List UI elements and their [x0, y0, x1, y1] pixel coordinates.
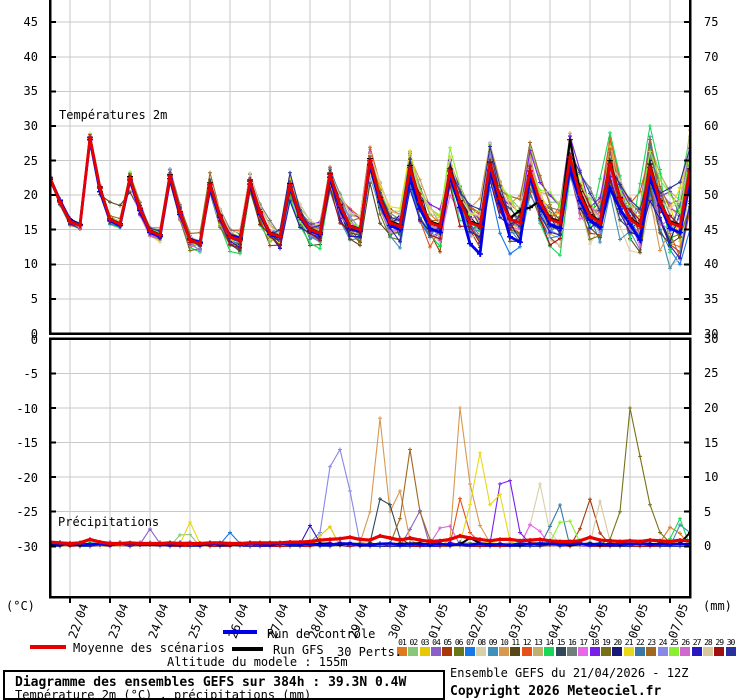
pert-number: 14 [545, 638, 554, 647]
precip-member-21-line [50, 450, 690, 549]
precip-member-23-line [50, 447, 690, 549]
pert-color-square [680, 647, 691, 656]
pert-color-square [566, 647, 577, 656]
pert-color-square [464, 647, 475, 656]
pert-number: 13 [534, 638, 543, 647]
pert-color-square [702, 647, 713, 656]
pert-number: 04 [432, 638, 441, 647]
pert-number: 22 [636, 638, 645, 647]
pert-number: 10 [500, 638, 509, 647]
pert-number: 25 [670, 638, 679, 647]
pert-number: 20 [613, 638, 622, 647]
pert-color-square [668, 647, 679, 656]
pert-color-square [430, 647, 441, 656]
pert-number: 27 [692, 638, 702, 647]
pert-number: 24 [658, 638, 668, 647]
pert-color-square [589, 647, 600, 656]
legend-mean-label: Moyenne des scénarios [73, 641, 225, 655]
pert-number: 07 [466, 638, 475, 647]
pert-number: 03 [420, 638, 430, 647]
pert-color-square [612, 647, 623, 656]
pert-color-square [634, 647, 645, 656]
pert-color-square [555, 647, 566, 656]
pert-color-square [476, 647, 487, 656]
legend-control-swatch [223, 630, 257, 634]
pert-number: 06 [454, 638, 464, 647]
pert-number: 26 [681, 638, 690, 647]
pert-number: 28 [704, 638, 713, 647]
pert-number: 15 [556, 638, 566, 647]
pert-number: 23 [647, 638, 656, 647]
legend-control-label: Run de contrôle [267, 627, 376, 641]
pert-number: 08 [477, 638, 486, 647]
pert-color-square [578, 647, 589, 656]
pert-color-square [442, 647, 453, 656]
footer-title-box: Diagramme des ensembles GEFS sur 384h : … [3, 670, 445, 700]
pert-number: 17 [579, 638, 588, 647]
right-axis-unit-label: (mm) [703, 599, 732, 613]
pert-number: 11 [511, 638, 520, 647]
pert-color-square [646, 647, 657, 656]
run-info: Ensemble GEFS du 21/04/2026 - 12Z [450, 666, 689, 680]
pert-color-square [600, 647, 611, 656]
pert-color-square [714, 647, 725, 656]
pert-number: 19 [602, 638, 611, 647]
pert-number: 30 [726, 638, 736, 647]
pert-number: 18 [590, 638, 600, 647]
pert-color-square [725, 647, 736, 656]
copyright: Copyright 2026 Meteociel.fr [450, 684, 662, 699]
temp-panel-title: Températures 2m [59, 108, 168, 122]
pert-color-square [419, 647, 430, 656]
pert-color-square [623, 647, 634, 656]
precip-panel-title: Précipitations [58, 515, 160, 529]
left-axis-unit-label: (°C) [6, 599, 35, 613]
gefs-ensemble-diagram: 45 40 35 30 25 20 15 10 5 0 75 70 65 60 55 50 45 40 35 30 0-… [0, 0, 740, 700]
pert-number: 12 [522, 638, 532, 647]
legend-mean-swatch [30, 645, 66, 649]
diagram-subtitle: Température 2m (°C) , précipitations (mm… [15, 688, 312, 700]
pert-color-square [408, 647, 419, 656]
altitude-label: Altitude du modele : 155m [167, 655, 348, 669]
pert-color-square [532, 647, 543, 656]
pert-number: 21 [624, 638, 634, 647]
pert-color-square [691, 647, 702, 656]
pert-color-square [521, 647, 532, 656]
pert-number: 05 [443, 638, 452, 647]
precip-member-24-line [50, 447, 690, 549]
pert-color-square [510, 647, 521, 656]
pert-number: 02 [409, 638, 419, 647]
pert-color-square [544, 647, 555, 656]
pert-number: 09 [488, 638, 498, 647]
pert-number: 29 [715, 638, 724, 647]
pert-color-square [657, 647, 668, 656]
pert-number: 16 [568, 638, 577, 647]
pert-color-square [453, 647, 464, 656]
legend-gfs-swatch [232, 647, 263, 651]
pert-color-square [498, 647, 509, 656]
pert-color-square [487, 647, 498, 656]
